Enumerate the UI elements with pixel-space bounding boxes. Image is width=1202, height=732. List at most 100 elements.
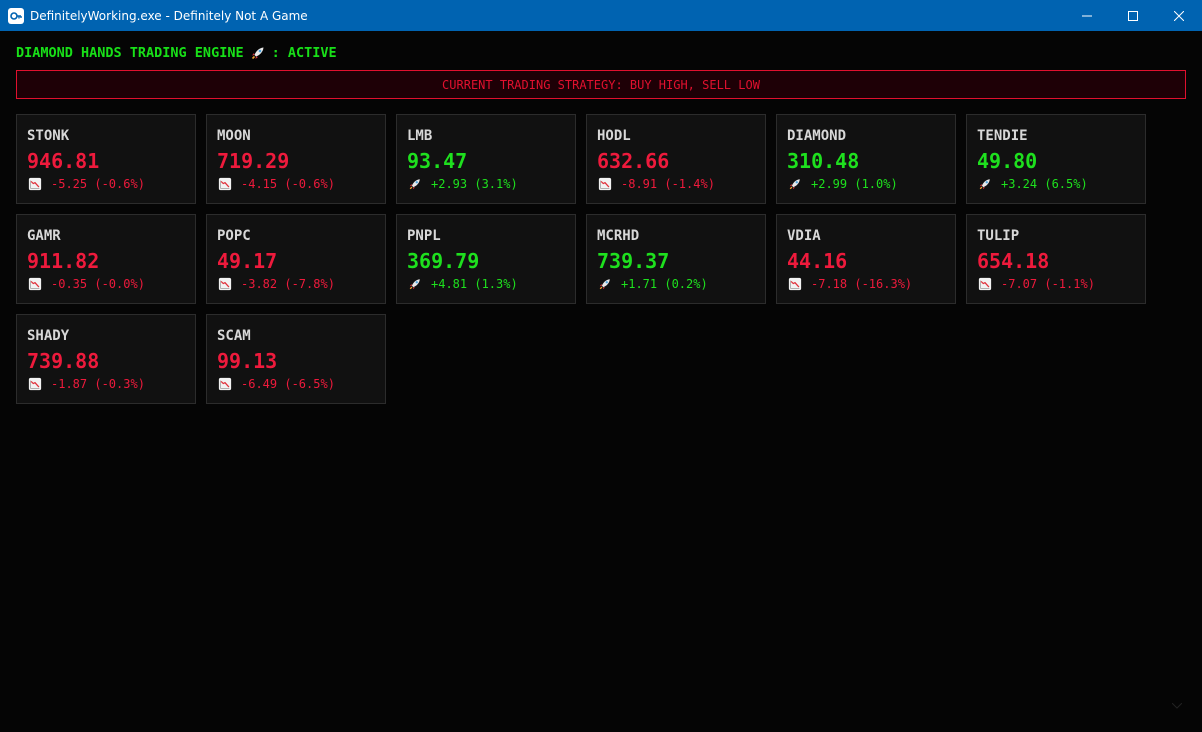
stock-card[interactable]: STONK 946.81 -5.25 (-0.6%) [16, 114, 196, 204]
chart-down-icon [27, 176, 43, 192]
stock-change-row: -5.25 (-0.6%) [27, 176, 185, 192]
chart-down-icon [787, 276, 803, 292]
minimize-button[interactable] [1064, 0, 1110, 31]
chart-down-icon [217, 276, 233, 292]
stock-card[interactable]: TULIP 654.18 -7.07 (-1.1%) [966, 214, 1146, 304]
engine-status: : ACTIVE [271, 45, 337, 61]
stock-price: 369.79 [407, 249, 480, 273]
stock-price: 93.47 [407, 149, 468, 173]
stock-ticker: TULIP [977, 228, 1020, 244]
stock-change-row: -7.18 (-16.3%) [787, 276, 945, 292]
stock-change: -1.87 (-0.3%) [51, 377, 145, 391]
stock-price: 632.66 [597, 149, 670, 173]
stock-change: -7.07 (-1.1%) [1001, 277, 1095, 291]
stock-change-row: -7.07 (-1.1%) [977, 276, 1135, 292]
stock-card[interactable]: POPC 49.17 -3.82 (-7.8%) [206, 214, 386, 304]
stock-ticker: PNPL [407, 228, 441, 244]
chart-down-icon [27, 276, 43, 292]
stock-change: +3.24 (6.5%) [1001, 177, 1088, 191]
strategy-banner: CURRENT TRADING STRATEGY: BUY HIGH, SELL… [16, 70, 1186, 99]
engine-header: DIAMOND HANDS TRADING ENGINE : ACTIVE [16, 45, 337, 61]
chart-down-icon [27, 376, 43, 392]
chart-down-icon [217, 376, 233, 392]
stock-change-row: +2.99 (1.0%) [787, 176, 945, 192]
maximize-button[interactable] [1110, 0, 1156, 31]
rocket-icon [250, 45, 266, 61]
stock-ticker: POPC [217, 228, 251, 244]
stock-change: -5.25 (-0.6%) [51, 177, 145, 191]
stock-price: 44.16 [787, 249, 848, 273]
stock-change-row: -0.35 (-0.0%) [27, 276, 185, 292]
stock-change-row: -3.82 (-7.8%) [217, 276, 375, 292]
stock-grid: STONK 946.81 -5.25 (-0.6%) MOON 719.29 -4.15 … [16, 114, 1156, 404]
stock-ticker: STONK [27, 128, 70, 144]
stock-change-row: -1.87 (-0.3%) [27, 376, 185, 392]
stock-change: -7.18 (-16.3%) [811, 277, 913, 291]
stock-price: 739.37 [597, 249, 670, 273]
stock-ticker: TENDIE [977, 128, 1028, 144]
stock-ticker: MCRHD [597, 228, 640, 244]
engine-title: DIAMOND HANDS TRADING ENGINE [16, 45, 244, 61]
stock-ticker: SHADY [27, 328, 70, 344]
stock-change: -8.91 (-1.4%) [621, 177, 715, 191]
stock-card[interactable]: SHADY 739.88 -1.87 (-0.3%) [16, 314, 196, 404]
stock-change: -4.15 (-0.6%) [241, 177, 335, 191]
stock-card[interactable]: GAMR 911.82 -0.35 (-0.0%) [16, 214, 196, 304]
stock-card[interactable]: HODL 632.66 -8.91 (-1.4%) [586, 114, 766, 204]
stock-price: 719.29 [217, 149, 290, 173]
stock-card[interactable]: PNPL 369.79 +4.81 (1.3%) [396, 214, 576, 304]
chart-down-icon [217, 176, 233, 192]
app-icon [8, 7, 24, 24]
stock-card[interactable]: MOON 719.29 -4.15 (-0.6%) [206, 114, 386, 204]
stock-ticker: SCAM [217, 328, 251, 344]
stock-change-row: +3.24 (6.5%) [977, 176, 1135, 192]
chart-down-icon [597, 176, 613, 192]
stock-price: 99.13 [217, 349, 278, 373]
window-title: DefinitelyWorking.exe - Definitely Not A… [30, 8, 308, 23]
stock-price: 49.17 [217, 249, 278, 273]
stock-change-row: +1.71 (0.2%) [597, 276, 755, 292]
stock-card[interactable]: LMB 93.47 +2.93 (3.1%) [396, 114, 576, 204]
stock-change-row: -8.91 (-1.4%) [597, 176, 755, 192]
stock-price: 739.88 [27, 349, 100, 373]
chevron-down-icon [1171, 698, 1183, 712]
stock-price: 49.80 [977, 149, 1038, 173]
rocket-icon [407, 176, 423, 192]
footer-ghost [1171, 698, 1183, 712]
stock-price: 911.82 [27, 249, 100, 273]
stock-change-row: +4.81 (1.3%) [407, 276, 565, 292]
stock-ticker: MOON [217, 128, 251, 144]
stock-price: 654.18 [977, 249, 1050, 273]
stock-change: -6.49 (-6.5%) [241, 377, 335, 391]
stock-change-row: +2.93 (3.1%) [407, 176, 565, 192]
rocket-icon [977, 176, 993, 192]
stock-change: +1.71 (0.2%) [621, 277, 708, 291]
stock-card[interactable]: VDIA 44.16 -7.18 (-16.3%) [776, 214, 956, 304]
rocket-icon [407, 276, 423, 292]
stock-price: 946.81 [27, 149, 100, 173]
stock-ticker: HODL [597, 128, 631, 144]
stock-change-row: -6.49 (-6.5%) [217, 376, 375, 392]
stock-card[interactable]: SCAM 99.13 -6.49 (-6.5%) [206, 314, 386, 404]
stock-change: +4.81 (1.3%) [431, 277, 518, 291]
stock-card[interactable]: DIAMOND 310.48 +2.99 (1.0%) [776, 114, 956, 204]
stock-ticker: VDIA [787, 228, 821, 244]
stock-change: +2.99 (1.0%) [811, 177, 898, 191]
stock-ticker: DIAMOND [787, 128, 847, 144]
chart-down-icon [977, 276, 993, 292]
main-content: DIAMOND HANDS TRADING ENGINE : ACTIVE CU… [0, 31, 1202, 732]
close-button[interactable] [1156, 0, 1202, 31]
title-bar[interactable]: DefinitelyWorking.exe - Definitely Not A… [0, 0, 1202, 31]
strategy-text: CURRENT TRADING STRATEGY: BUY HIGH, SELL… [442, 77, 760, 92]
stock-card[interactable]: TENDIE 49.80 +3.24 (6.5%) [966, 114, 1146, 204]
stock-price: 310.48 [787, 149, 860, 173]
stock-change: -0.35 (-0.0%) [51, 277, 145, 291]
stock-change: -3.82 (-7.8%) [241, 277, 335, 291]
rocket-icon [787, 176, 803, 192]
stock-change: +2.93 (3.1%) [431, 177, 518, 191]
stock-card[interactable]: MCRHD 739.37 +1.71 (0.2%) [586, 214, 766, 304]
stock-ticker: GAMR [27, 228, 61, 244]
stock-change-row: -4.15 (-0.6%) [217, 176, 375, 192]
stock-ticker: LMB [407, 128, 433, 144]
rocket-icon [597, 276, 613, 292]
